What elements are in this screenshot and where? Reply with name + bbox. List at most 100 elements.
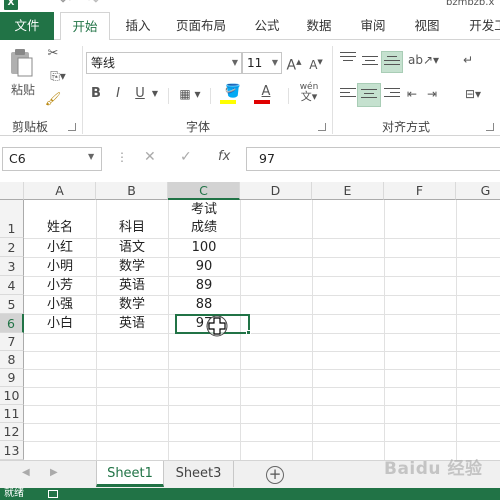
cell-b3[interactable]: 数学 bbox=[96, 257, 168, 277]
redo-icon[interactable]: ↷ bbox=[88, 0, 99, 9]
font-size-select[interactable]: 11 ▼ bbox=[242, 52, 282, 74]
cell-b4[interactable]: 英语 bbox=[96, 276, 168, 296]
font-color-swatch bbox=[254, 100, 270, 104]
row-header[interactable]: 2 bbox=[0, 238, 24, 257]
tab-review[interactable]: 审阅 bbox=[350, 12, 396, 40]
row-header[interactable]: 11 bbox=[0, 405, 24, 423]
cell-b5[interactable]: 数学 bbox=[96, 295, 168, 315]
check-icon[interactable]: ✓ bbox=[180, 149, 192, 165]
row-header[interactable]: 9 bbox=[0, 369, 24, 387]
cancel-icon[interactable]: ✕ bbox=[144, 149, 156, 165]
status-bar: 就绪 bbox=[0, 488, 500, 500]
clipboard-launcher-icon[interactable] bbox=[68, 123, 76, 131]
align-left-icon[interactable] bbox=[340, 88, 356, 102]
top-align-icon[interactable] bbox=[340, 52, 356, 66]
column-header-b[interactable]: B bbox=[96, 182, 168, 200]
font-color-button[interactable]: A bbox=[252, 82, 280, 104]
cell-b6[interactable]: 英语 bbox=[96, 314, 168, 334]
tab-insert[interactable]: 插入 bbox=[116, 12, 160, 40]
ribbon-divider bbox=[82, 46, 83, 134]
cell-c2[interactable]: 100 bbox=[168, 238, 240, 258]
cell-c1-line2[interactable]: 成绩 bbox=[168, 218, 240, 238]
underline-button[interactable]: U bbox=[132, 84, 148, 104]
cell-a5[interactable]: 小强 bbox=[24, 295, 96, 315]
phonetic-guide-button[interactable]: wén 文▾ bbox=[294, 82, 324, 103]
bottom-align-icon[interactable] bbox=[381, 51, 403, 73]
next-sheet-icon[interactable]: ▶ bbox=[50, 467, 58, 478]
row-header[interactable]: 3 bbox=[0, 257, 24, 276]
cell-a1[interactable]: 姓名 bbox=[24, 218, 96, 238]
add-sheet-icon[interactable]: + bbox=[266, 466, 284, 484]
grow-font-button[interactable]: A▲ bbox=[286, 52, 302, 76]
fill-handle[interactable] bbox=[246, 330, 251, 335]
column-header-f[interactable]: F bbox=[384, 182, 456, 200]
font-name-select[interactable]: 等线 ▼ bbox=[86, 52, 242, 74]
undo-icon[interactable]: ↶ bbox=[60, 0, 71, 9]
tab-home[interactable]: 开始 bbox=[60, 12, 110, 41]
sheet-tab-sheet1[interactable]: Sheet1 bbox=[96, 461, 164, 487]
row-header[interactable]: 5 bbox=[0, 295, 24, 314]
row-header[interactable]: 8 bbox=[0, 351, 24, 369]
wrap-text-icon[interactable]: ↵ bbox=[458, 50, 478, 70]
macro-record-icon[interactable] bbox=[48, 490, 58, 498]
row-header[interactable]: 12 bbox=[0, 423, 24, 441]
tab-formulas[interactable]: 公式 bbox=[244, 12, 290, 40]
chevron-down-icon[interactable]: ▼ bbox=[88, 152, 94, 161]
cell-c5[interactable]: 88 bbox=[168, 295, 240, 315]
format-painter-icon[interactable]: 🖌 bbox=[44, 90, 62, 110]
tab-page-layout[interactable]: 页面布局 bbox=[166, 12, 236, 40]
cell-c3[interactable]: 90 bbox=[168, 257, 240, 277]
cell-a2[interactable]: 小红 bbox=[24, 238, 96, 258]
align-right-icon[interactable] bbox=[384, 88, 400, 102]
column-header-c[interactable]: C bbox=[168, 182, 240, 200]
tab-view[interactable]: 视图 bbox=[404, 12, 450, 40]
column-header-e[interactable]: E bbox=[312, 182, 384, 200]
tab-data[interactable]: 数据 bbox=[296, 12, 342, 40]
row-header[interactable]: 10 bbox=[0, 387, 24, 405]
column-header-a[interactable]: A bbox=[24, 182, 96, 200]
cut-icon[interactable]: ✂ bbox=[44, 44, 62, 64]
row-header[interactable]: 6 bbox=[0, 314, 24, 333]
copy-icon[interactable]: ⎘▾ bbox=[44, 66, 72, 86]
cell-c4[interactable]: 89 bbox=[168, 276, 240, 296]
row-header[interactable]: 1 bbox=[0, 200, 24, 238]
row-header[interactable]: 4 bbox=[0, 276, 24, 295]
font-launcher-icon[interactable] bbox=[318, 123, 326, 131]
paste-button[interactable] bbox=[8, 48, 34, 80]
fill-color-swatch bbox=[220, 100, 236, 104]
orientation-icon[interactable]: ab↗▾ bbox=[408, 50, 439, 70]
row-header[interactable]: 7 bbox=[0, 333, 24, 351]
tab-file[interactable]: 文件 bbox=[0, 12, 54, 40]
shrink-font-button[interactable]: A▼ bbox=[308, 52, 324, 75]
ribbon: 粘贴 ✂ ⎘▾ 🖌 剪贴板 等线 ▼ 11 ▼ A▲ A▼ B I U ▼ ▦ … bbox=[0, 40, 500, 136]
prev-sheet-icon[interactable]: ◀ bbox=[22, 467, 30, 478]
select-all-corner[interactable] bbox=[0, 182, 24, 200]
bold-button[interactable]: B bbox=[88, 84, 104, 104]
name-box[interactable]: C6 bbox=[2, 147, 102, 171]
ribbon-divider bbox=[210, 88, 211, 104]
chevron-down-icon[interactable]: ▼ bbox=[150, 84, 160, 104]
alignment-launcher-icon[interactable] bbox=[486, 123, 494, 131]
cell-b2[interactable]: 语文 bbox=[96, 238, 168, 258]
middle-align-icon[interactable] bbox=[362, 56, 378, 70]
sheet-tab-sheet3[interactable]: Sheet3 bbox=[164, 461, 234, 487]
formula-input[interactable]: 97 bbox=[246, 147, 500, 171]
cell-a3[interactable]: 小明 bbox=[24, 257, 96, 277]
cell-a4[interactable]: 小芳 bbox=[24, 276, 96, 296]
row-header[interactable]: 13 bbox=[0, 441, 24, 460]
decrease-indent-icon[interactable]: ⇤ bbox=[404, 84, 420, 104]
paste-label[interactable]: 粘贴 bbox=[6, 80, 40, 100]
cell-a6[interactable]: 小白 bbox=[24, 314, 96, 334]
merge-center-icon[interactable]: ⊟▾ bbox=[458, 84, 488, 104]
italic-button[interactable]: I bbox=[110, 84, 126, 104]
tab-developer[interactable]: 开发工 bbox=[458, 12, 500, 40]
increase-indent-icon[interactable]: ⇥ bbox=[424, 84, 440, 104]
column-header-d[interactable]: D bbox=[240, 182, 312, 200]
align-center-icon[interactable] bbox=[357, 83, 381, 107]
cell-c1-line1[interactable]: 考试 bbox=[168, 200, 240, 220]
cell-b1[interactable]: 科目 bbox=[96, 218, 168, 238]
insert-function-icon[interactable]: fx bbox=[218, 149, 230, 164]
borders-icon[interactable]: ▦ ▾ bbox=[176, 84, 204, 104]
column-header-g[interactable]: G bbox=[456, 182, 500, 200]
fill-color-button[interactable]: 🪣 bbox=[218, 82, 248, 104]
